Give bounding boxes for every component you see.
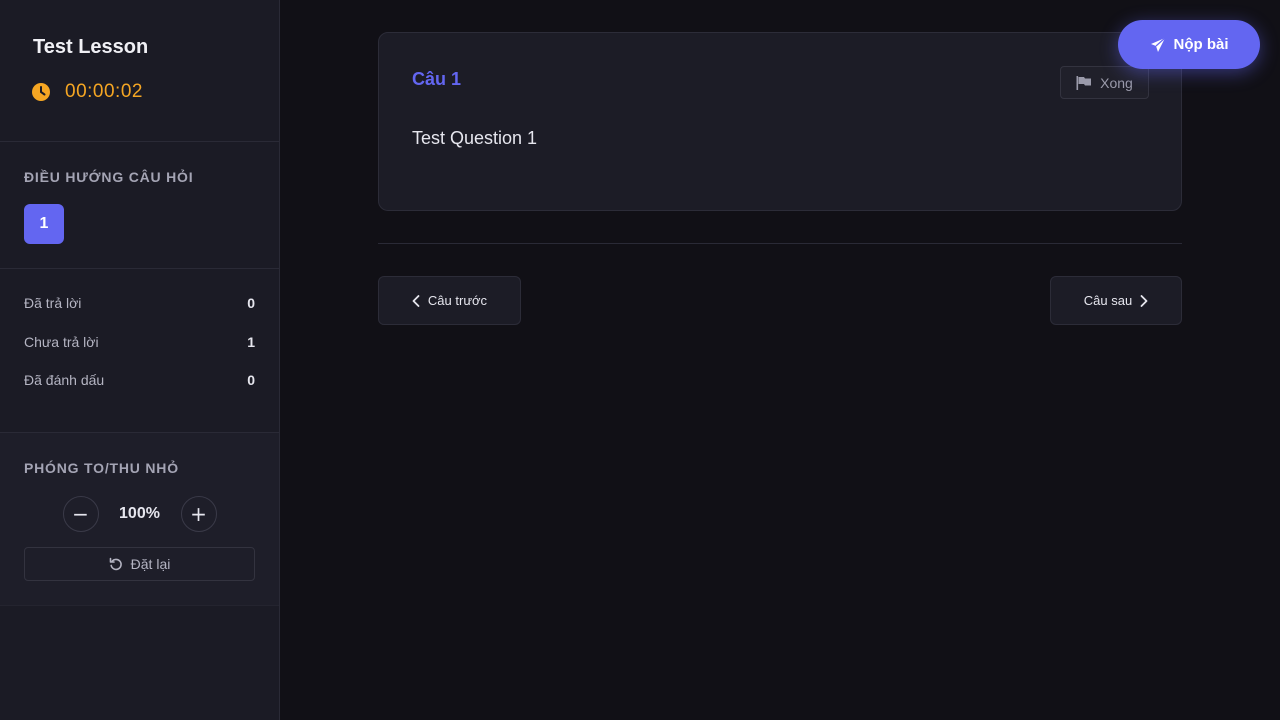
paper-plane-icon xyxy=(1150,37,1165,52)
question-number-button[interactable]: 1 xyxy=(24,204,64,244)
zoom-out-button[interactable]: − xyxy=(62,496,99,532)
timer-text: 00:00:02 xyxy=(65,81,143,102)
flag-icon xyxy=(1076,75,1092,90)
stat-label: Đã trả lời xyxy=(24,295,82,311)
zoom-in-button[interactable]: + xyxy=(180,496,217,532)
sidebar-header: Test Lesson 00:00:02 xyxy=(0,0,279,142)
next-label: Câu sau xyxy=(1083,293,1133,308)
reset-zoom-button[interactable]: Đặt lại xyxy=(24,547,255,581)
lesson-title: Test Lesson xyxy=(33,36,149,58)
stat-value: 1 xyxy=(247,333,255,350)
zoom-panel: PHÓNG TO/THU NHỎ − 100% + Đặt lại xyxy=(0,433,279,606)
submit-button[interactable]: Nộp bài xyxy=(1118,20,1260,69)
flag-label: Xong xyxy=(1100,74,1133,91)
zoom-controls: − 100% + xyxy=(24,496,255,532)
question-text: Test Question 1 xyxy=(412,128,538,148)
navigator-title: ĐIỀU HƯỚNG CÂU HỎI xyxy=(24,169,194,185)
sidebar: Test Lesson 00:00:02 ĐIỀU HƯỚNG CÂU HỎI … xyxy=(0,0,280,720)
zoom-title: PHÓNG TO/THU NHỎ xyxy=(24,460,179,476)
question-card: Câu 1 Xong Test Question 1 xyxy=(378,32,1182,211)
rotate-left-icon xyxy=(109,557,122,571)
stat-label: Chưa trả lời xyxy=(24,333,99,350)
submit-label: Nộp bài xyxy=(1173,36,1229,53)
divider xyxy=(378,243,1182,244)
prev-label: Câu trước xyxy=(427,293,488,308)
stat-value: 0 xyxy=(247,295,255,311)
chevron-right-icon xyxy=(1140,294,1148,307)
question-navigator: ĐIỀU HƯỚNG CÂU HỎI 1 xyxy=(0,142,279,269)
zoom-value: 100% xyxy=(119,505,160,522)
chevron-left-icon xyxy=(412,294,420,307)
flag-button[interactable]: Xong xyxy=(1060,66,1149,99)
next-question-button[interactable]: Câu sau xyxy=(1050,276,1182,325)
stat-value: 0 xyxy=(247,372,255,388)
reset-label: Đặt lại xyxy=(130,556,171,572)
prev-question-button[interactable]: Câu trước xyxy=(378,276,521,325)
stat-flagged: Đã đánh dấu 0 xyxy=(24,372,255,411)
question-label: Câu 1 xyxy=(412,69,462,89)
answer-stats: Đã trả lời 0 Chưa trả lời 1 Đã đánh dấu … xyxy=(0,269,279,433)
stat-label: Đã đánh dấu xyxy=(24,372,105,388)
stat-answered: Đã trả lời 0 xyxy=(24,295,255,334)
stat-unanswered: Chưa trả lời 1 xyxy=(24,334,255,373)
clock-icon xyxy=(32,83,50,101)
timer: 00:00:02 xyxy=(31,81,279,103)
